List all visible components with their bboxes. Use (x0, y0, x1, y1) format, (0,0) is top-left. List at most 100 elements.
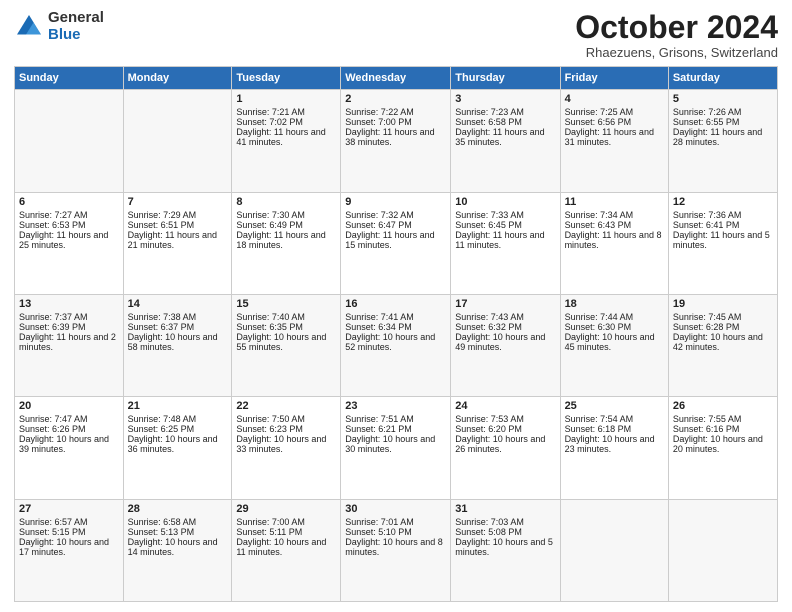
day-info: Daylight: 11 hours and 38 minutes. (345, 127, 446, 147)
day-info: Sunrise: 7:25 AM (565, 107, 664, 117)
week-row-4: 20Sunrise: 7:47 AMSunset: 6:26 PMDayligh… (15, 397, 778, 499)
day-info: Sunset: 6:53 PM (19, 220, 119, 230)
calendar-cell (560, 499, 668, 601)
calendar-cell: 1Sunrise: 7:21 AMSunset: 7:02 PMDaylight… (232, 90, 341, 192)
day-number: 11 (565, 196, 664, 208)
day-number: 29 (236, 503, 336, 515)
day-info: Daylight: 10 hours and 5 minutes. (455, 537, 555, 557)
day-info: Sunrise: 7:21 AM (236, 107, 336, 117)
week-row-3: 13 Sunrise: 7:37 AMSunset: 6:39 PM Dayligh… (15, 294, 778, 396)
day-header-thursday: Thursday (451, 67, 560, 90)
day-info: Sunset: 6:30 PM (565, 322, 664, 332)
day-info: Sunrise: 7:41 AM (345, 312, 446, 322)
day-info: Sunrise: 7:00 AM (236, 517, 336, 527)
day-info: Daylight: 10 hours and 45 minutes. (565, 332, 664, 352)
day-info: Sunrise: 7:51 AM (345, 414, 446, 424)
day-number: 19 (673, 298, 773, 310)
calendar-cell: 10Sunrise: 7:33 AMSunset: 6:45 PMDayligh… (451, 192, 560, 294)
day-info: Sunrise: 7:53 AM (455, 414, 555, 424)
day-info: Daylight: 11 hours and 31 minutes. (565, 127, 664, 147)
day-header-saturday: Saturday (668, 67, 777, 90)
day-info: Sunrise: 7:38 AM (128, 312, 228, 322)
calendar-cell: 25Sunrise: 7:54 AMSunset: 6:18 PMDayligh… (560, 397, 668, 499)
day-info: Daylight: 10 hours and 49 minutes. (455, 332, 555, 352)
day-number: 3 (455, 93, 555, 105)
calendar-cell: 28Sunrise: 6:58 AMSunset: 5:13 PMDayligh… (123, 499, 232, 601)
calendar-cell: 26Sunrise: 7:55 AMSunset: 6:16 PMDayligh… (668, 397, 777, 499)
day-info: Daylight: 10 hours and 42 minutes. (673, 332, 773, 352)
day-info: Daylight: 10 hours and 26 minutes. (455, 434, 555, 454)
header: General Blue October 2024 Rhaezuens, Gri… (14, 10, 778, 60)
day-header-monday: Monday (123, 67, 232, 90)
day-info: Sunset: 6:41 PM (673, 220, 773, 230)
day-number: 18 (565, 298, 664, 310)
day-info: Sunset: 5:15 PM (19, 527, 119, 537)
day-number: 1 (236, 93, 336, 105)
calendar-cell (123, 90, 232, 192)
day-info: Daylight: 10 hours and 23 minutes. (565, 434, 664, 454)
calendar-cell: 15Sunrise: 7:40 AMSunset: 6:35 PMDayligh… (232, 294, 341, 396)
day-info: Sunrise: 7:44 AM (565, 312, 664, 322)
week-row-5: 27 Sunrise: 6:57 AMSunset: 5:15 PM Dayligh… (15, 499, 778, 601)
day-info: Sunset: 5:13 PM (128, 527, 228, 537)
logo-icon (14, 12, 44, 42)
day-number: 20 (19, 400, 119, 412)
calendar-cell: 3Sunrise: 7:23 AMSunset: 6:58 PMDaylight… (451, 90, 560, 192)
month-title: October 2024 (575, 10, 778, 45)
day-info: Sunset: 6:25 PM (128, 424, 228, 434)
calendar-table: SundayMondayTuesdayWednesdayThursdayFrid… (14, 66, 778, 602)
day-info: Daylight: 11 hours and 25 minutes. (19, 230, 119, 250)
day-info: Sunset: 5:08 PM (455, 527, 555, 537)
logo-blue: Blue (48, 27, 104, 44)
day-number: 31 (455, 503, 555, 515)
day-info: Sunrise: 7:36 AM (673, 210, 773, 220)
day-info: Daylight: 10 hours and 20 minutes. (673, 434, 773, 454)
day-info: Daylight: 10 hours and 8 minutes. (345, 537, 446, 557)
calendar-cell: 16Sunrise: 7:41 AMSunset: 6:34 PMDayligh… (341, 294, 451, 396)
day-info: Sunset: 6:56 PM (565, 117, 664, 127)
day-number: 22 (236, 400, 336, 412)
week-row-1: 1Sunrise: 7:21 AMSunset: 7:02 PMDaylight… (15, 90, 778, 192)
calendar-cell: 9Sunrise: 7:32 AMSunset: 6:47 PMDaylight… (341, 192, 451, 294)
day-number: 27 (19, 503, 119, 515)
day-number: 16 (345, 298, 446, 310)
day-number: 24 (455, 400, 555, 412)
calendar-cell: 5Sunrise: 7:26 AMSunset: 6:55 PMDaylight… (668, 90, 777, 192)
day-info: Sunrise: 7:32 AM (345, 210, 446, 220)
day-info: Sunset: 6:21 PM (345, 424, 446, 434)
day-info: Sunset: 6:26 PM (19, 424, 119, 434)
day-info: Sunrise: 7:23 AM (455, 107, 555, 117)
day-info: Daylight: 10 hours and 58 minutes. (128, 332, 228, 352)
day-info: Sunrise: 7:26 AM (673, 107, 773, 117)
day-info: Daylight: 11 hours and 5 minutes. (673, 230, 773, 250)
day-info: Sunset: 6:39 PM (19, 322, 119, 332)
day-info: Sunrise: 7:48 AM (128, 414, 228, 424)
calendar-cell: 4Sunrise: 7:25 AMSunset: 6:56 PMDaylight… (560, 90, 668, 192)
calendar-cell: 6 Sunrise: 7:27 AMSunset: 6:53 PMDaylight… (15, 192, 124, 294)
day-info: Sunset: 6:49 PM (236, 220, 336, 230)
day-number: 6 (19, 196, 119, 208)
day-info: Sunset: 5:10 PM (345, 527, 446, 537)
day-info: Daylight: 11 hours and 41 minutes. (236, 127, 336, 147)
day-info: Sunset: 6:34 PM (345, 322, 446, 332)
day-info: Sunrise: 7:55 AM (673, 414, 773, 424)
day-info: Sunset: 6:43 PM (565, 220, 664, 230)
day-info: Sunrise: 7:45 AM (673, 312, 773, 322)
day-number: 13 (19, 298, 119, 310)
calendar-cell: 24Sunrise: 7:53 AMSunset: 6:20 PMDayligh… (451, 397, 560, 499)
calendar-cell: 23Sunrise: 7:51 AMSunset: 6:21 PMDayligh… (341, 397, 451, 499)
day-number: 2 (345, 93, 446, 105)
day-info: Sunrise: 7:29 AM (128, 210, 228, 220)
calendar-cell: 30Sunrise: 7:01 AMSunset: 5:10 PMDayligh… (341, 499, 451, 601)
calendar-cell: 21Sunrise: 7:48 AMSunset: 6:25 PMDayligh… (123, 397, 232, 499)
day-info: Sunrise: 6:57 AM (19, 517, 119, 527)
day-info: Sunrise: 7:27 AM (19, 210, 119, 220)
calendar-cell (15, 90, 124, 192)
day-info: Sunrise: 7:03 AM (455, 517, 555, 527)
week-row-2: 6Sunrise: 7:27 AMSunset: 6:53 PMDaylight… (15, 192, 778, 294)
day-info: Sunrise: 7:37 AM (19, 312, 119, 322)
calendar-cell: 14Sunrise: 7:38 AMSunset: 6:37 PMDayligh… (123, 294, 232, 396)
day-info: Daylight: 11 hours and 18 minutes. (236, 230, 336, 250)
calendar-cell: 29Sunrise: 7:00 AMSunset: 5:11 PMDayligh… (232, 499, 341, 601)
day-info: Sunset: 6:55 PM (673, 117, 773, 127)
